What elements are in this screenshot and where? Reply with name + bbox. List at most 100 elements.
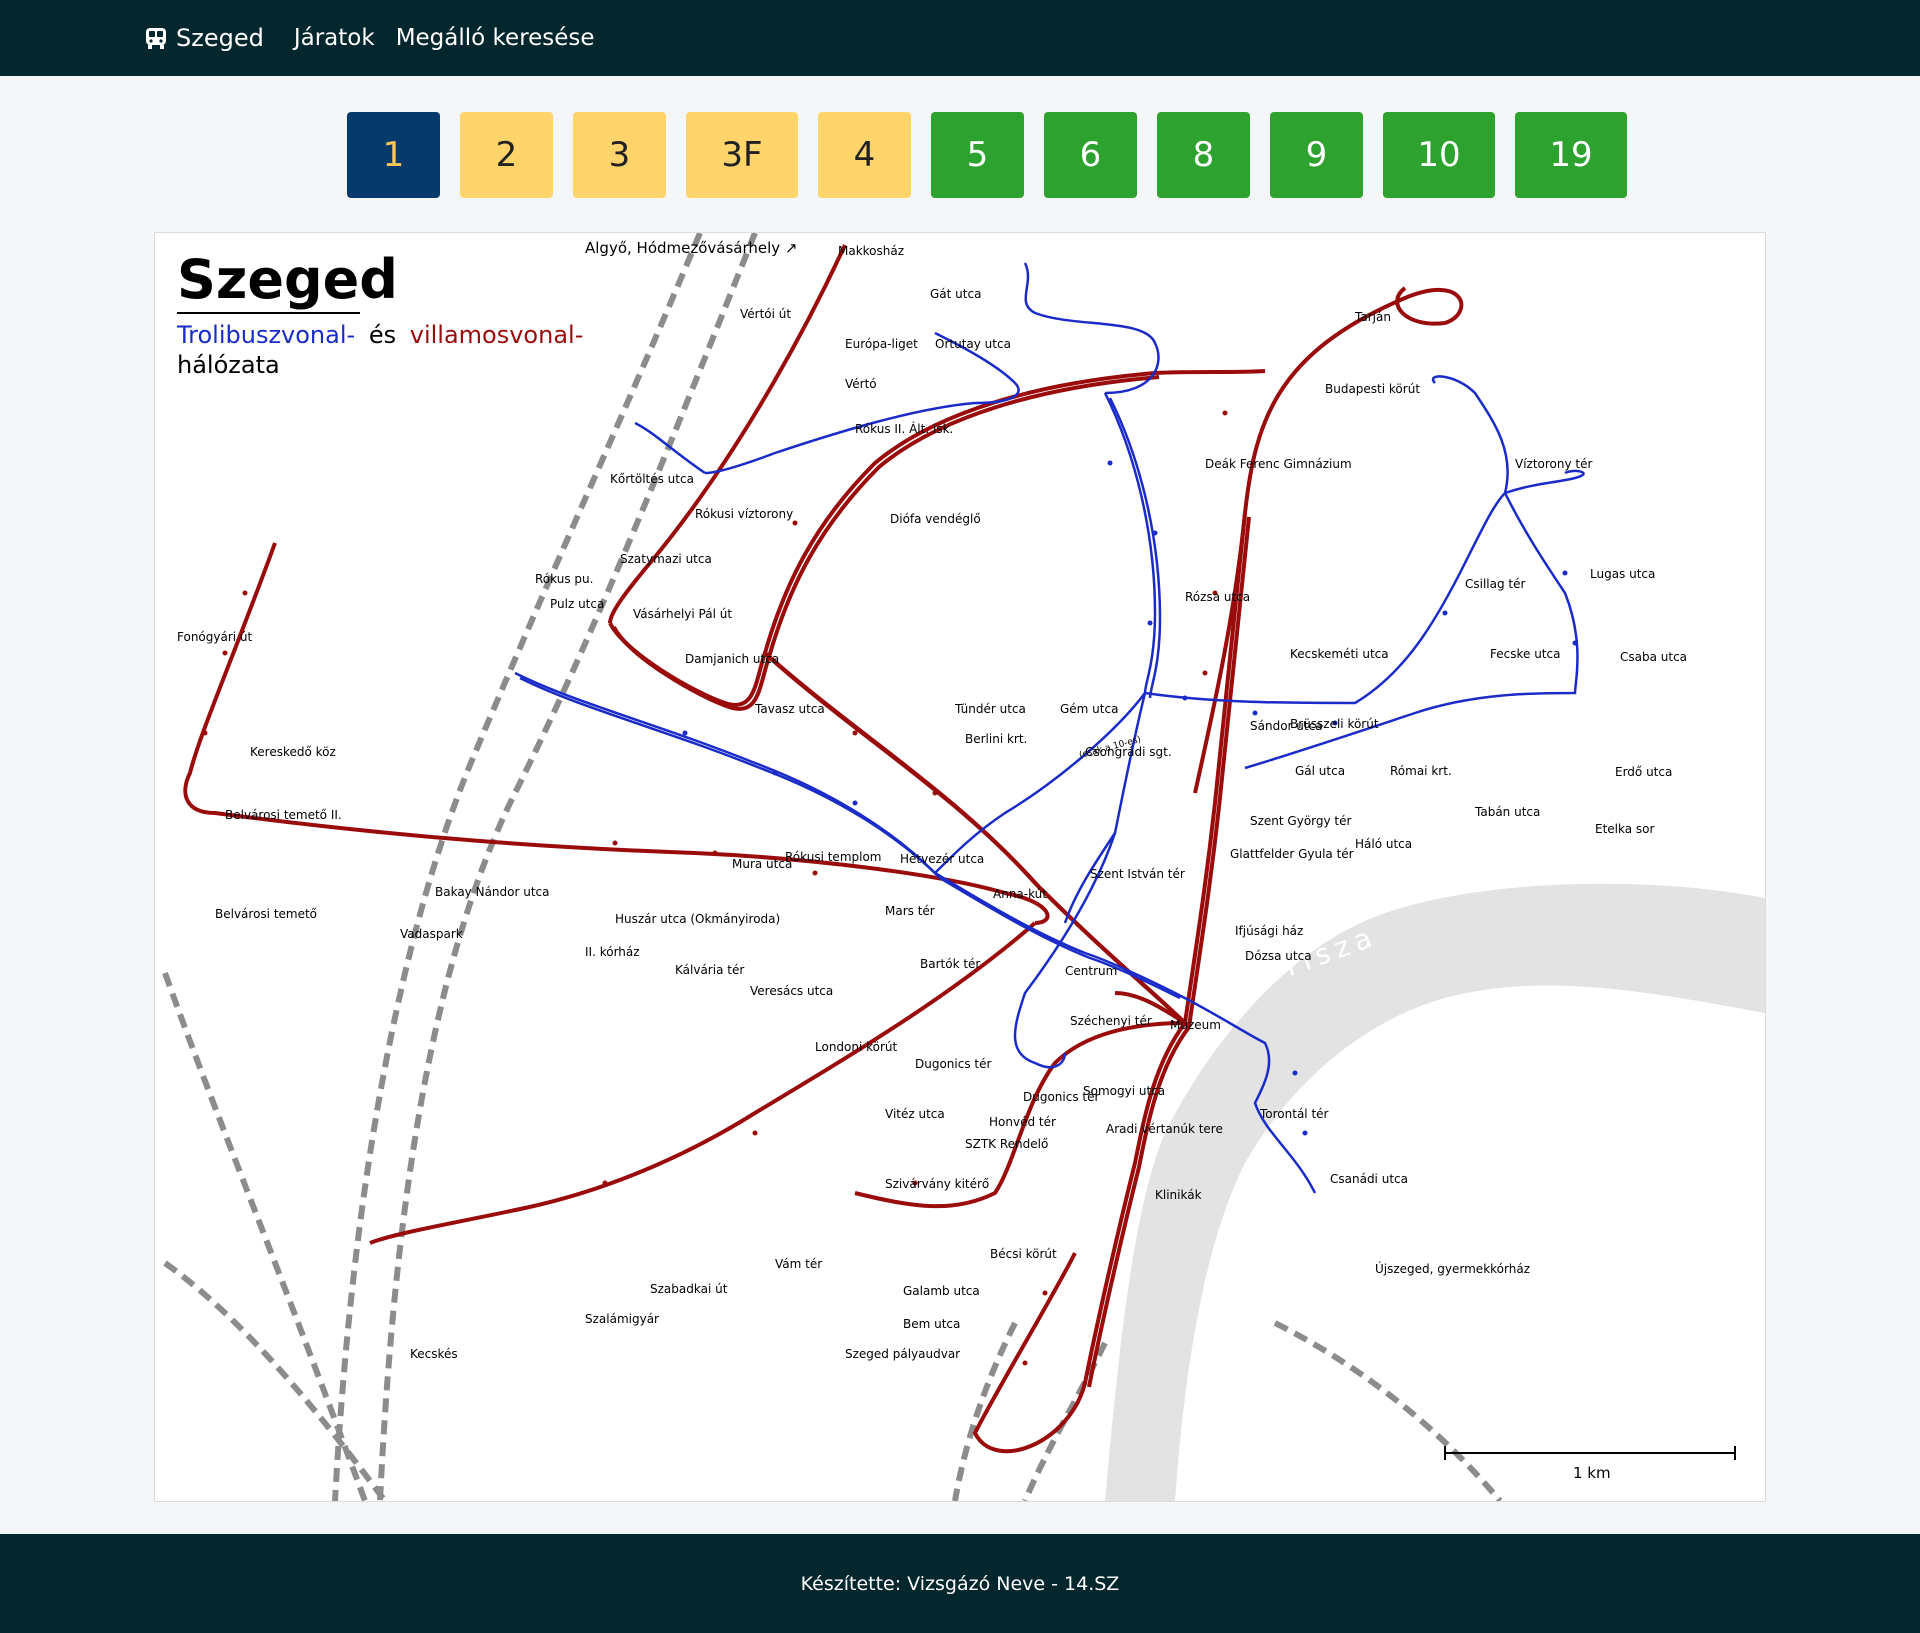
stop-label: Szatymazi utca — [620, 552, 712, 566]
stop-label: Rókus pu. — [535, 572, 593, 586]
route-button-6[interactable]: 6 — [1044, 112, 1137, 198]
stop-label: Szeged pályaudvar — [845, 1347, 960, 1361]
stop-label: Mura utca — [732, 857, 792, 871]
stop-labels: Makkosház Gát utca Ortutay utca Vértói út Eu… — [177, 244, 1687, 1361]
stop-label: Londoni körút — [815, 1040, 898, 1054]
subtitle-trolley: Trolibuszvonal- — [176, 321, 355, 349]
route-button-2[interactable]: 2 — [460, 112, 553, 198]
nav-link-routes[interactable]: Járatok — [294, 25, 375, 51]
footer-credit: Készítette: Vizsgázó Neve - 14.SZ — [800, 1572, 1120, 1595]
stop-label: Vértói út — [740, 307, 791, 321]
stop-label: Rókusi víztorony — [695, 507, 793, 521]
stop-label: Veresács utca — [750, 984, 833, 998]
stop-label: Dugonics tér — [1023, 1090, 1099, 1104]
route-button-4[interactable]: 4 — [818, 112, 911, 198]
route-button-8[interactable]: 8 — [1157, 112, 1250, 198]
stop-label: Dugonics tér — [915, 1057, 991, 1071]
stop-label: Vadaspark — [400, 927, 463, 941]
route-button-3[interactable]: 3 — [573, 112, 666, 198]
stop-label: Rózsa utca — [1185, 590, 1250, 604]
stop-label: Csillag tér — [1465, 577, 1526, 591]
brand-link[interactable]: Szeged — [144, 24, 264, 52]
stop-label: Huszár utca (Okmányiroda) — [615, 912, 780, 926]
stop-label: Hétvezér utca — [900, 852, 984, 866]
route-button-19[interactable]: 19 — [1515, 112, 1627, 198]
stop-label: Római krt. — [1390, 764, 1452, 778]
tram-stop-markers — [202, 410, 1228, 1366]
stop-label: Aradi vértanúk tere — [1106, 1122, 1223, 1136]
stop-label: Gém utca — [1060, 702, 1118, 716]
stop-label: Csaba utca — [1620, 650, 1687, 664]
stop-label: Mars tér — [885, 904, 935, 918]
stop-label: Kálvária tér — [675, 963, 744, 977]
stop-label: Háló utca — [1355, 837, 1412, 851]
tisza-river — [1105, 883, 1765, 1501]
stop-label: Budapesti körút — [1325, 382, 1420, 396]
map-subtitle: Trolibuszvonal- és villamosvonal- — [176, 321, 583, 349]
direction-hint: Algyő, Hódmezővásárhely ↗ — [585, 239, 798, 257]
route-button-1[interactable]: 1 — [347, 112, 440, 198]
stop-label: Anna-kút — [993, 887, 1047, 901]
stop-label: Pulz utca — [550, 597, 604, 611]
stop-label: Glattfelder Gyula tér — [1230, 847, 1354, 861]
stop-label: Szabadkai út — [650, 1282, 728, 1296]
stop-label: Rókusi templom — [785, 850, 882, 864]
stop-label: Széchenyi tér — [1070, 1014, 1152, 1028]
subtitle-tram: villamosvonal- — [410, 321, 584, 349]
stop-label: Múzeum — [1170, 1018, 1221, 1032]
stop-label: Kereskedő köz — [250, 745, 336, 759]
stop-label: Bartók tér — [920, 957, 980, 971]
stop-label: Etelka sor — [1595, 822, 1655, 836]
stop-label: Tündér utca — [954, 702, 1026, 716]
stop-label: Klinikák — [1155, 1188, 1202, 1202]
network-map[interactable]: Tisza Szeged Trolibuszvonal- és villamos… — [154, 232, 1766, 1502]
stop-label: Európa-liget — [845, 337, 918, 351]
stop-label: Újszeged, gyermekkórház — [1375, 1261, 1530, 1276]
navbar: Szeged Járatok Megálló keresése — [0, 0, 1920, 76]
stop-label: Lugas utca — [1590, 567, 1655, 581]
stop-label: Bem utca — [903, 1317, 960, 1331]
route-button-3f[interactable]: 3F — [686, 112, 798, 198]
route-button-group: 1 2 3 3F 4 5 6 8 9 10 19 — [347, 112, 1627, 198]
stop-label: Fecske utca — [1490, 647, 1560, 661]
stop-label: Bécsi körút — [990, 1247, 1057, 1261]
railway-lines — [162, 233, 1503, 1501]
route-button-10[interactable]: 10 — [1383, 112, 1495, 198]
stop-label: Víztorony tér — [1515, 457, 1593, 471]
stop-markers — [682, 460, 1578, 1136]
stop-label: Tabán utca — [1474, 805, 1540, 819]
route-button-5[interactable]: 5 — [931, 112, 1024, 198]
stop-label: Fonógyári út — [177, 630, 253, 644]
stop-label: Centrum — [1065, 964, 1117, 978]
stop-label: Deák Ferenc Gimnázium — [1205, 457, 1352, 471]
map-title: Szeged — [177, 248, 398, 311]
stop-label: Honvéd tér — [989, 1115, 1056, 1129]
stop-label: Makkosház — [838, 244, 904, 258]
stop-label: Kecskés — [410, 1347, 458, 1361]
stop-label: Ortutay utca — [935, 337, 1011, 351]
subtitle-and: és — [369, 321, 396, 349]
stop-label: Gál utca — [1295, 764, 1345, 778]
stop-label: Kőrtöltés utca — [610, 472, 694, 486]
map-subtitle-line2: hálózata — [177, 351, 280, 379]
stop-label: Szent György tér — [1250, 814, 1352, 828]
stop-label: Vitéz utca — [885, 1107, 945, 1121]
route-button-9[interactable]: 9 — [1270, 112, 1363, 198]
brand-label: Szeged — [176, 24, 264, 52]
stop-label: Tavasz utca — [754, 702, 825, 716]
stop-label: Csanádi utca — [1330, 1172, 1408, 1186]
stop-label: Galamb utca — [903, 1284, 980, 1298]
scale-label: 1 km — [1573, 1464, 1611, 1482]
stop-label: Csongrádi sgt. — [1085, 745, 1172, 759]
stop-label: II. kórház — [585, 945, 640, 959]
trolleybus-network — [514, 262, 1585, 1194]
nav-link-stop-search[interactable]: Megálló keresése — [396, 25, 595, 51]
stop-label: Belvárosi temető II. — [225, 808, 342, 822]
stop-label: Damjanich utca — [685, 652, 779, 666]
stop-label: Vám tér — [775, 1257, 822, 1271]
stop-label: Diófa vendéglő — [890, 512, 981, 526]
footer: Készítette: Vizsgázó Neve - 14.SZ — [0, 1534, 1920, 1633]
stop-label: SZTK Rendelő — [965, 1137, 1048, 1151]
stop-label: Szivárvány kitérő — [885, 1177, 989, 1191]
stop-label: Kecskeméti utca — [1290, 647, 1389, 661]
